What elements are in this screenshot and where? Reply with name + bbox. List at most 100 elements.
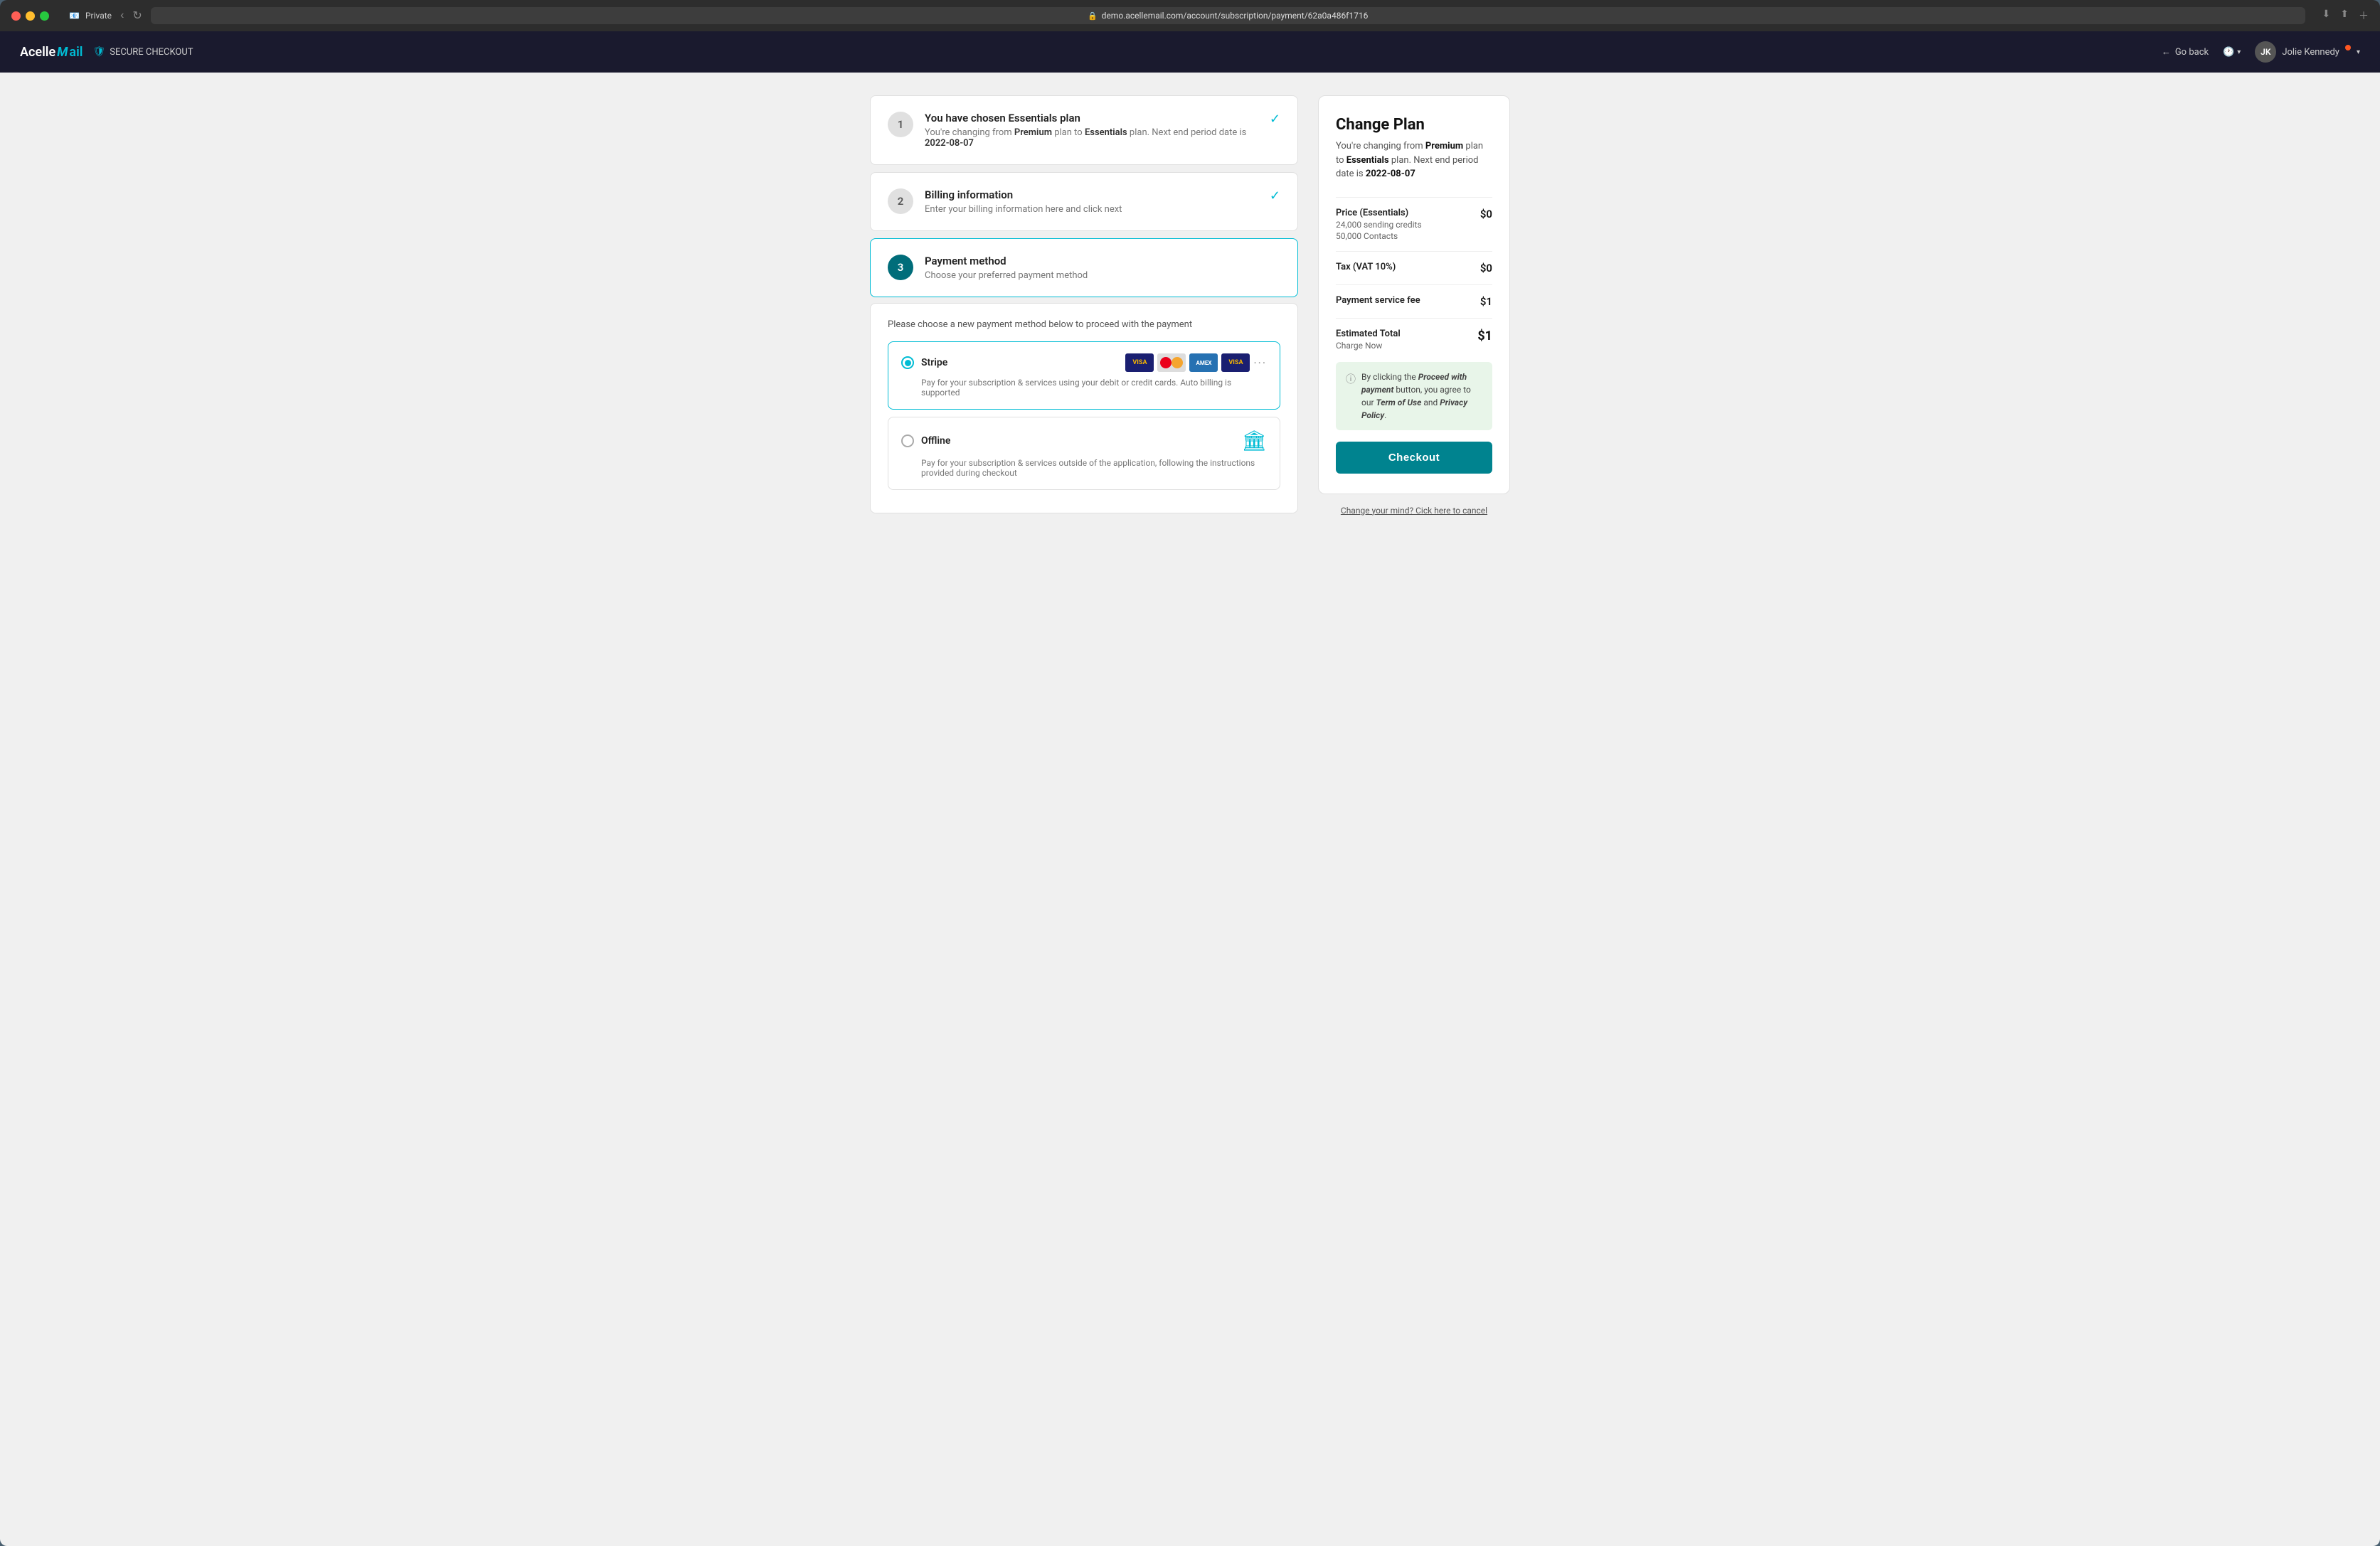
step-1-number: 1 bbox=[888, 112, 913, 137]
maximize-button[interactable] bbox=[40, 11, 49, 21]
step-1-subtitle: You're changing from Premium plan to Ess… bbox=[925, 127, 1258, 149]
step-3-card: 3 Payment method Choose your preferred p… bbox=[870, 238, 1298, 297]
steps-column: 1 You have chosen Essentials plan You're… bbox=[870, 95, 1298, 516]
cancel-link[interactable]: Change your mind? Cick here to cancel bbox=[1318, 506, 1510, 516]
traffic-lights bbox=[11, 11, 49, 21]
stripe-radio[interactable] bbox=[901, 356, 914, 369]
offline-radio[interactable] bbox=[901, 435, 914, 447]
download-icon[interactable]: ⬇ bbox=[2322, 9, 2331, 23]
step-1-card: 1 You have chosen Essentials plan You're… bbox=[870, 95, 1298, 165]
info-icon: ⓘ bbox=[1346, 372, 1356, 422]
visa-card-icon: VISA bbox=[1125, 353, 1154, 372]
minimize-button[interactable] bbox=[26, 11, 35, 21]
price-sub2: 50,000 Contacts bbox=[1336, 231, 1422, 241]
payment-hint: Please choose a new payment method below… bbox=[888, 319, 1280, 330]
divider-4 bbox=[1336, 318, 1492, 319]
url-text: demo.acellemail.com/account/subscription… bbox=[1102, 11, 1369, 21]
lock-icon: 🔒 bbox=[1088, 11, 1098, 21]
tax-value: $0 bbox=[1480, 262, 1492, 274]
offline-option[interactable]: Offline 🏛 Pay for your subscription & se… bbox=[888, 417, 1280, 490]
secure-label: SECURE CHECKOUT bbox=[110, 47, 193, 58]
price-row: Price (Essentials) 24,000 sending credit… bbox=[1336, 208, 1492, 241]
summary-description: You're changing from Premium plan to Ess… bbox=[1336, 139, 1492, 181]
history-button[interactable]: 🕐 ▾ bbox=[2223, 47, 2241, 58]
header-right: ← Go back 🕐 ▾ JK Jolie Kennedy ▾ bbox=[2162, 41, 2360, 63]
price-label: Price (Essentials) bbox=[1336, 208, 1422, 218]
step-2-number: 2 bbox=[888, 188, 913, 214]
offline-option-header: Offline 🏛 bbox=[901, 429, 1267, 452]
logo-mail: ail bbox=[69, 45, 83, 60]
total-label: Estimated Total bbox=[1336, 329, 1401, 339]
tab-label[interactable]: Private bbox=[85, 11, 112, 21]
stripe-cards: VISA AMEX VISA ··· bbox=[1125, 353, 1267, 372]
close-button[interactable] bbox=[11, 11, 21, 21]
mastercard-icon bbox=[1157, 353, 1186, 372]
browser-toolbar: 📧 Private ‹ ↻ 🔒 demo.acellemail.com/acco… bbox=[11, 7, 2369, 31]
logo-M: M bbox=[57, 45, 68, 60]
step-2-check-icon: ✓ bbox=[1270, 188, 1280, 203]
stripe-description: Pay for your subscription & services usi… bbox=[921, 378, 1267, 398]
offline-name: Offline bbox=[921, 435, 1234, 447]
summary-column: Change Plan You're changing from Premium… bbox=[1318, 95, 1510, 516]
shield-icon: 🛡 bbox=[92, 46, 105, 58]
amex-card-icon: AMEX bbox=[1189, 353, 1218, 372]
summary-card: Change Plan You're changing from Premium… bbox=[1318, 95, 1510, 494]
browser-window: 📧 Private ‹ ↻ 🔒 demo.acellemail.com/acco… bbox=[0, 0, 2380, 31]
header-left: Acelle M ail 🛡 SECURE CHECKOUT bbox=[20, 45, 193, 60]
total-label-group: Estimated Total Charge Now bbox=[1336, 329, 1401, 351]
main-content: 1 You have chosen Essentials plan You're… bbox=[0, 73, 2380, 1546]
history-icon: 🕐 bbox=[2223, 47, 2234, 58]
more-cards-icon: ··· bbox=[1253, 356, 1267, 370]
fee-label: Payment service fee bbox=[1336, 295, 1420, 306]
total-row: Estimated Total Charge Now $1 bbox=[1336, 329, 1492, 351]
user-name: Jolie Kennedy bbox=[2282, 47, 2339, 58]
app-header: Acelle M ail 🛡 SECURE CHECKOUT ← Go back… bbox=[0, 31, 2380, 73]
step-1-content: You have chosen Essentials plan You're c… bbox=[925, 112, 1258, 149]
chevron-down-icon: ▾ bbox=[2237, 48, 2241, 56]
avatar: JK bbox=[2255, 41, 2276, 63]
tab-bar: 📧 Private bbox=[69, 11, 112, 21]
stripe-option[interactable]: Stripe VISA AMEX VISA ··· Pay for bbox=[888, 341, 1280, 410]
content-wrapper: 1 You have chosen Essentials plan You're… bbox=[870, 95, 1510, 516]
step-3-number: 3 bbox=[888, 255, 913, 280]
price-sub1: 24,000 sending credits bbox=[1336, 220, 1422, 230]
info-box: ⓘ By clicking the Proceed with payment b… bbox=[1336, 362, 1492, 430]
offline-icon: 🏛 bbox=[1241, 429, 1267, 452]
tab-favicon: 📧 bbox=[69, 11, 80, 21]
offline-description: Pay for your subscription & services out… bbox=[921, 458, 1267, 478]
step-1-check-icon: ✓ bbox=[1270, 112, 1280, 127]
step-2-subtitle: Enter your billing information here and … bbox=[925, 204, 1258, 215]
summary-title: Change Plan bbox=[1336, 116, 1492, 134]
logo: Acelle M ail bbox=[20, 45, 83, 60]
tax-label: Tax (VAT 10%) bbox=[1336, 262, 1396, 272]
share-icon[interactable]: ⬆ bbox=[2340, 9, 2349, 23]
total-value: $1 bbox=[1477, 329, 1492, 343]
info-text: By clicking the Proceed with payment but… bbox=[1361, 370, 1482, 422]
url-bar[interactable]: 🔒 demo.acellemail.com/account/subscripti… bbox=[151, 7, 2305, 24]
logo-acelle: Acelle bbox=[20, 45, 55, 60]
notification-badge bbox=[2345, 45, 2351, 50]
browser-actions: ⬇ ⬆ ＋ bbox=[2322, 9, 2369, 23]
checkout-button[interactable]: Checkout bbox=[1336, 442, 1492, 474]
user-menu[interactable]: JK Jolie Kennedy ▾ bbox=[2255, 41, 2360, 63]
fee-row: Payment service fee $1 bbox=[1336, 295, 1492, 308]
go-back-label: Go back bbox=[2175, 47, 2209, 58]
back-button[interactable]: ‹ bbox=[120, 9, 124, 22]
reload-button[interactable]: ↻ bbox=[132, 9, 142, 23]
user-chevron-icon: ▾ bbox=[2357, 48, 2360, 56]
secure-badge: 🛡 SECURE CHECKOUT bbox=[92, 46, 193, 58]
go-back-button[interactable]: ← Go back bbox=[2162, 46, 2209, 58]
new-tab-icon[interactable]: ＋ bbox=[2359, 9, 2369, 23]
step-2-card: 2 Billing information Enter your billing… bbox=[870, 172, 1298, 231]
divider-1 bbox=[1336, 197, 1492, 198]
stripe-radio-inner bbox=[905, 360, 911, 366]
price-label-group: Price (Essentials) 24,000 sending credit… bbox=[1336, 208, 1422, 241]
fee-value: $1 bbox=[1480, 295, 1492, 308]
tax-row: Tax (VAT 10%) $0 bbox=[1336, 262, 1492, 274]
price-value: $0 bbox=[1480, 208, 1492, 220]
payment-section: Please choose a new payment method below… bbox=[870, 303, 1298, 513]
step-3-content: Payment method Choose your preferred pay… bbox=[925, 255, 1280, 281]
total-sub: Charge Now bbox=[1336, 341, 1401, 351]
stripe-option-header: Stripe VISA AMEX VISA ··· bbox=[901, 353, 1267, 372]
stripe-name: Stripe bbox=[921, 357, 1118, 368]
